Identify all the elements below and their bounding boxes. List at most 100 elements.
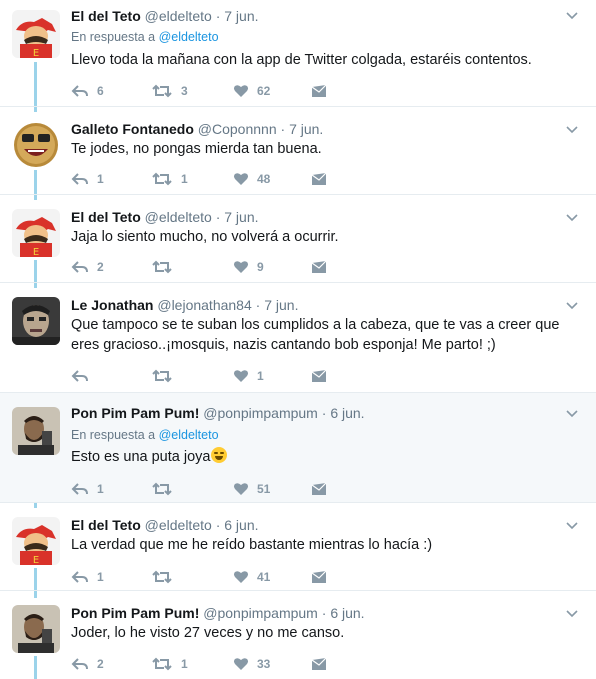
direct-message-button[interactable] xyxy=(311,567,327,587)
user-avatar[interactable]: E xyxy=(12,209,60,257)
like-button[interactable]: 1 xyxy=(233,366,264,386)
direct-message-button[interactable] xyxy=(311,366,327,386)
tweet-text: Esto es una puta joya xyxy=(71,447,571,467)
user-handle[interactable]: @eldelteto xyxy=(145,209,212,225)
tweet[interactable]: Galleto Fontanedo @Coponnnn · 7 jun. Te … xyxy=(0,106,596,194)
retweet-count: 3 xyxy=(181,84,188,98)
user-avatar[interactable] xyxy=(12,121,60,169)
tweet-text: Llevo toda la mañana con la app de Twitt… xyxy=(71,52,532,68)
like-button[interactable]: 33 xyxy=(233,654,270,674)
user-handle[interactable]: @eldelteto xyxy=(145,517,212,533)
retweet-button[interactable] xyxy=(151,479,181,499)
separator-dot: · xyxy=(280,121,286,137)
retweet-button[interactable]: 3 xyxy=(151,81,188,101)
reply-user-link[interactable]: @eldelteto xyxy=(159,428,219,442)
tweet[interactable]: Le Jonathan @lejonathan84 · 7 jun. Que t… xyxy=(0,282,596,392)
user-handle[interactable]: @Coponnnn xyxy=(198,121,277,137)
reply-icon xyxy=(71,483,88,495)
reply-user-link[interactable]: @eldelteto xyxy=(159,30,219,44)
reply-icon xyxy=(71,571,88,583)
tweet-date[interactable]: 6 jun. xyxy=(330,405,364,421)
chevron-down-icon[interactable] xyxy=(566,126,578,134)
tweet-date[interactable]: 7 jun. xyxy=(264,297,298,313)
tweet[interactable]: Pon Pim Pam Pum! @ponpimpampum · 6 jun. … xyxy=(0,392,596,502)
display-name[interactable]: Pon Pim Pam Pum! xyxy=(71,405,199,421)
tweet-date[interactable]: 7 jun. xyxy=(289,121,323,137)
user-avatar[interactable]: E xyxy=(12,517,60,565)
reply-context: En respuesta a @eldelteto xyxy=(71,428,219,442)
reply-button[interactable]: 1 xyxy=(71,567,104,587)
heart-icon xyxy=(234,658,248,670)
user-avatar[interactable] xyxy=(12,605,60,653)
tweet-date[interactable]: 7 jun. xyxy=(224,209,258,225)
envelope-icon xyxy=(311,369,327,382)
reply-icon xyxy=(71,85,88,97)
user-handle[interactable]: @lejonathan84 xyxy=(157,297,251,313)
reply-icon xyxy=(71,261,88,273)
display-name[interactable]: El del Teto xyxy=(71,8,141,24)
tweet-date[interactable]: 6 jun. xyxy=(330,605,364,621)
like-button[interactable]: 48 xyxy=(233,169,270,189)
retweet-button[interactable] xyxy=(151,567,181,587)
user-avatar[interactable]: E xyxy=(12,10,60,58)
like-button[interactable]: 51 xyxy=(233,479,270,499)
reply-button[interactable]: 1 xyxy=(71,479,104,499)
retweet-icon xyxy=(152,260,172,274)
direct-message-button[interactable] xyxy=(311,169,327,189)
chevron-down-icon[interactable] xyxy=(566,12,578,20)
like-count: 33 xyxy=(257,657,271,671)
display-name[interactable]: El del Teto xyxy=(71,517,141,533)
reply-button[interactable]: 2 xyxy=(71,654,104,674)
reply-icon xyxy=(71,370,88,382)
direct-message-button[interactable] xyxy=(311,257,327,277)
envelope-icon xyxy=(311,570,327,583)
reply-button[interactable] xyxy=(71,366,97,386)
display-name[interactable]: Le Jonathan xyxy=(71,297,153,313)
display-name[interactable]: Pon Pim Pam Pum! xyxy=(71,605,199,621)
user-avatar[interactable] xyxy=(12,297,60,345)
retweet-button[interactable] xyxy=(151,257,181,277)
tweet-text-content: Esto es una puta joya xyxy=(71,449,211,465)
tweet[interactable]: E El del Teto @eldelteto · 6 jun. La ver… xyxy=(0,502,596,590)
tweet[interactable]: E El del Teto @eldelteto · 7 jun. En res… xyxy=(0,0,596,106)
chevron-down-icon[interactable] xyxy=(566,214,578,222)
user-handle[interactable]: @ponpimpampum xyxy=(203,605,318,621)
user-avatar[interactable] xyxy=(12,407,60,455)
user-handle[interactable]: @ponpimpampum xyxy=(203,405,318,421)
chevron-down-icon[interactable] xyxy=(566,610,578,618)
retweet-button[interactable]: 1 xyxy=(151,654,188,674)
direct-message-button[interactable] xyxy=(311,654,327,674)
separator-dot: · xyxy=(215,209,221,225)
retweet-count: 1 xyxy=(181,657,188,671)
tweet-text: Joder, lo he visto 27 veces y no me cans… xyxy=(71,625,345,641)
display-name[interactable]: Galleto Fontanedo xyxy=(71,121,194,137)
tweet[interactable]: E El del Teto @eldelteto · 7 jun. Jaja l… xyxy=(0,194,596,282)
like-button[interactable]: 62 xyxy=(233,81,270,101)
chevron-down-icon[interactable] xyxy=(566,410,578,418)
chevron-down-icon[interactable] xyxy=(566,522,578,530)
tweet-date[interactable]: 7 jun. xyxy=(224,8,258,24)
reply-count: 6 xyxy=(97,84,104,98)
retweet-button[interactable]: 1 xyxy=(151,169,188,189)
envelope-icon xyxy=(311,84,327,97)
reply-button[interactable]: 6 xyxy=(71,81,104,101)
svg-text:E: E xyxy=(33,555,39,565)
like-count: 62 xyxy=(257,84,271,98)
chevron-down-icon[interactable] xyxy=(566,302,578,310)
like-button[interactable]: 9 xyxy=(233,257,264,277)
direct-message-button[interactable] xyxy=(311,81,327,101)
retweet-icon xyxy=(152,369,172,383)
retweet-button[interactable] xyxy=(151,366,181,386)
tweet-header: El del Teto @eldelteto · 7 jun. xyxy=(71,8,259,24)
user-handle[interactable]: @eldelteto xyxy=(145,8,212,24)
reply-button[interactable]: 2 xyxy=(71,257,104,277)
reply-button[interactable]: 1 xyxy=(71,169,104,189)
direct-message-button[interactable] xyxy=(311,479,327,499)
envelope-icon xyxy=(311,657,327,670)
tweet-date[interactable]: 6 jun. xyxy=(224,517,258,533)
tweet-text: Jaja lo siento mucho, no volverá a ocurr… xyxy=(71,229,339,245)
like-button[interactable]: 41 xyxy=(233,567,270,587)
tweet[interactable]: Pon Pim Pam Pum! @ponpimpampum · 6 jun. … xyxy=(0,590,596,679)
display-name[interactable]: El del Teto xyxy=(71,209,141,225)
envelope-icon xyxy=(311,260,327,273)
